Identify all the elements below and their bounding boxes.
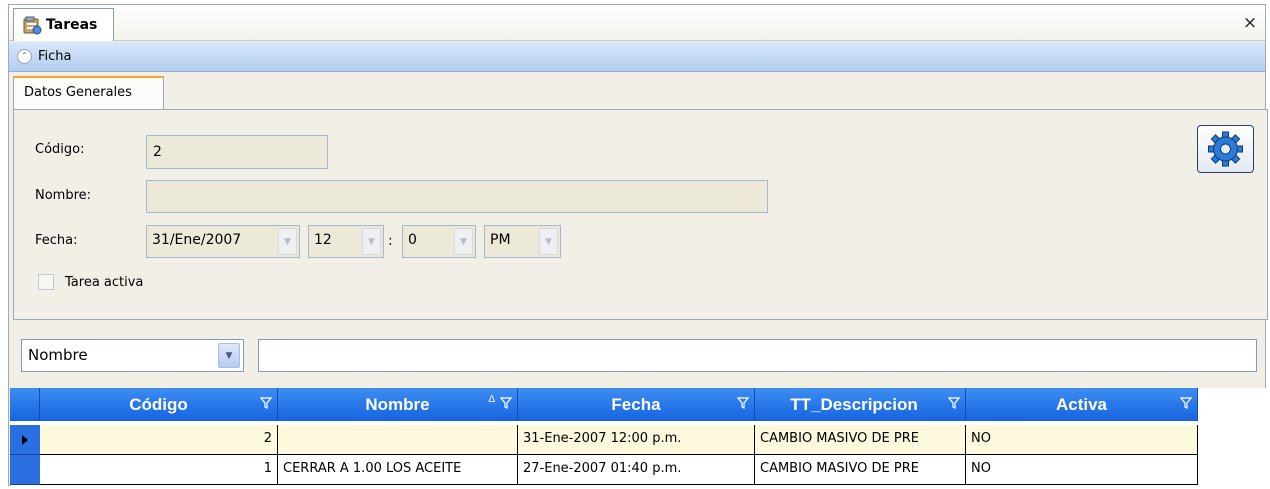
chevron-down-icon[interactable]: ▼ xyxy=(218,343,240,368)
cell-activa[interactable]: NO xyxy=(966,425,1198,455)
cell-nombre[interactable]: CERRAR A 1.00 LOS ACEITE xyxy=(278,455,518,485)
fecha-hour-combo[interactable]: 12 ▼ xyxy=(308,225,384,258)
fecha-minute-combo[interactable]: 0 ▼ xyxy=(402,225,476,258)
search-field-value: Nombre xyxy=(28,346,88,364)
codigo-field[interactable]: 2 xyxy=(146,135,328,169)
filter-icon[interactable] xyxy=(500,397,512,409)
chevron-down-icon[interactable]: ▼ xyxy=(539,228,558,255)
chevron-down-icon[interactable]: ▼ xyxy=(454,228,473,255)
chevron-up-double-icon[interactable]: ⌃ xyxy=(17,49,32,64)
column-label: Nombre xyxy=(365,394,430,414)
ficha-section-bar[interactable]: ⌃ Ficha xyxy=(9,42,1265,72)
time-separator: : xyxy=(388,233,393,249)
column-label: TT_Descripcion xyxy=(790,394,918,414)
cell-fecha[interactable]: 31-Ene-2007 12:00 p.m. xyxy=(518,425,755,455)
codigo-label: Código: xyxy=(35,142,85,157)
column-header-tt-descripcion[interactable]: TT_Descripcion xyxy=(755,388,966,421)
filter-icon[interactable] xyxy=(737,397,749,409)
cell-descripcion[interactable]: CAMBIO MASIVO DE PRE xyxy=(755,455,966,485)
fecha-minute-value: 0 xyxy=(408,232,417,248)
row-indicator[interactable] xyxy=(10,425,40,455)
column-header-codigo[interactable]: Código xyxy=(40,388,278,421)
filter-icon[interactable] xyxy=(1180,397,1192,409)
search-input[interactable] xyxy=(258,339,1257,372)
close-button[interactable]: × xyxy=(1240,12,1260,34)
title-bar xyxy=(9,5,1265,41)
grid-corner xyxy=(10,388,40,421)
fecha-label: Fecha: xyxy=(35,233,78,248)
cell-codigo[interactable]: 2 xyxy=(40,425,278,455)
column-label: Código xyxy=(129,394,188,414)
column-header-activa[interactable]: Activa xyxy=(966,388,1198,421)
cell-activa[interactable]: NO xyxy=(966,455,1198,485)
table-row[interactable]: 1 CERRAR A 1.00 LOS ACEITE 27-Ene-2007 0… xyxy=(10,455,1198,485)
chevron-down-icon[interactable]: ▼ xyxy=(278,228,297,255)
column-label: Fecha xyxy=(611,394,661,414)
search-field-combo[interactable]: Nombre ▼ xyxy=(21,339,244,372)
fecha-ampm-combo[interactable]: PM ▼ xyxy=(484,225,561,258)
filter-icon[interactable] xyxy=(260,397,272,409)
row-indicator[interactable] xyxy=(10,455,40,485)
document-tab[interactable]: Tareas xyxy=(13,8,114,41)
cell-nombre[interactable] xyxy=(278,425,518,455)
gear-icon xyxy=(1208,131,1243,167)
fecha-date-combo[interactable]: 31/Ene/2007 ▼ xyxy=(146,225,300,258)
nombre-label: Nombre: xyxy=(35,188,92,203)
tasks-icon xyxy=(22,15,42,35)
column-header-fecha[interactable]: Fecha xyxy=(518,388,755,421)
column-label: Activa xyxy=(1055,394,1108,414)
fecha-date-value: 31/Ene/2007 xyxy=(152,232,242,248)
fecha-hour-value: 12 xyxy=(314,232,332,248)
window-title: Tareas xyxy=(46,17,98,33)
chevron-down-icon[interactable]: ▼ xyxy=(362,228,381,255)
filter-icon[interactable] xyxy=(948,397,960,409)
cell-fecha[interactable]: 27-Ene-2007 01:40 p.m. xyxy=(518,455,755,485)
fecha-ampm-value: PM xyxy=(490,232,511,248)
table-row[interactable]: 2 31-Ene-2007 12:00 p.m. CAMBIO MASIVO D… xyxy=(10,425,1198,455)
tarea-activa-checkbox[interactable] xyxy=(38,274,54,290)
nombre-field[interactable] xyxy=(146,180,768,213)
cell-descripcion[interactable]: CAMBIO MASIVO DE PRE xyxy=(755,425,966,455)
settings-button[interactable] xyxy=(1197,125,1254,173)
ficha-label: Ficha xyxy=(38,49,72,64)
cell-codigo[interactable]: 1 xyxy=(40,455,278,485)
tab-datos-generales[interactable]: Datos Generales xyxy=(13,76,164,109)
tarea-activa-label: Tarea activa xyxy=(65,275,144,290)
triangle-right-icon xyxy=(22,435,28,445)
column-header-nombre[interactable]: Nombre Δ xyxy=(278,388,518,421)
tasks-grid: Código Nombre Δ Fecha TT_Descripcion Act… xyxy=(10,388,1266,486)
sort-ascending-icon: Δ xyxy=(488,394,495,405)
